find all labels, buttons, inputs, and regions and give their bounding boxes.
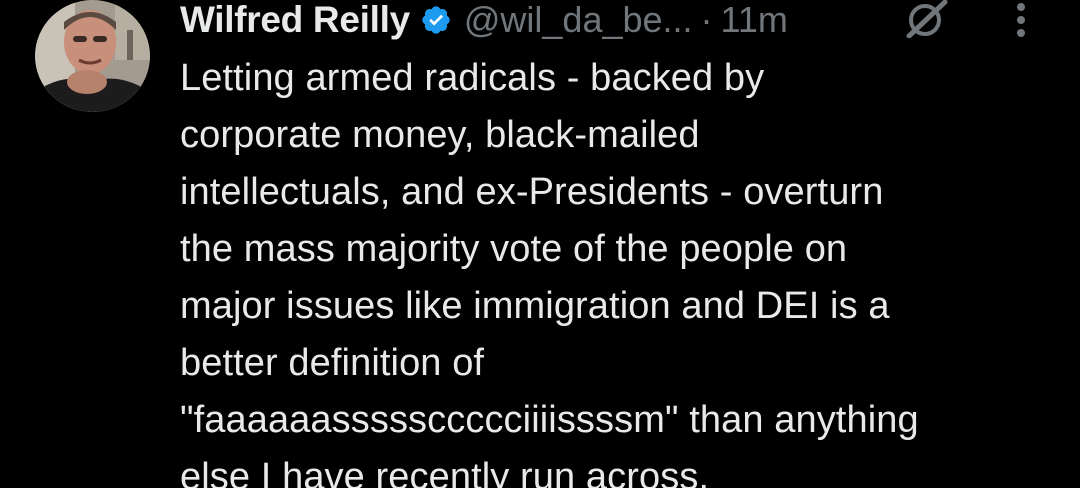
header-separator: · bbox=[700, 0, 713, 40]
tweet[interactable]: Wilfred Reilly @wil_da_be... · 11m Letti… bbox=[0, 0, 1080, 488]
grok-icon[interactable] bbox=[903, 0, 949, 38]
avatar-photo bbox=[35, 0, 150, 112]
avatar[interactable] bbox=[35, 0, 150, 112]
verified-badge-icon bbox=[422, 6, 450, 34]
tweet-timestamp[interactable]: 11m bbox=[721, 0, 788, 41]
tweet-text: Letting armed radicals - backed by corpo… bbox=[180, 57, 919, 488]
author-name[interactable]: Wilfred Reilly bbox=[180, 0, 410, 41]
tweet-header: Wilfred Reilly @wil_da_be... · 11m bbox=[180, 0, 788, 48]
author-handle[interactable]: @wil_da_be... bbox=[464, 0, 693, 41]
more-options-icon[interactable] bbox=[1013, 0, 1029, 40]
